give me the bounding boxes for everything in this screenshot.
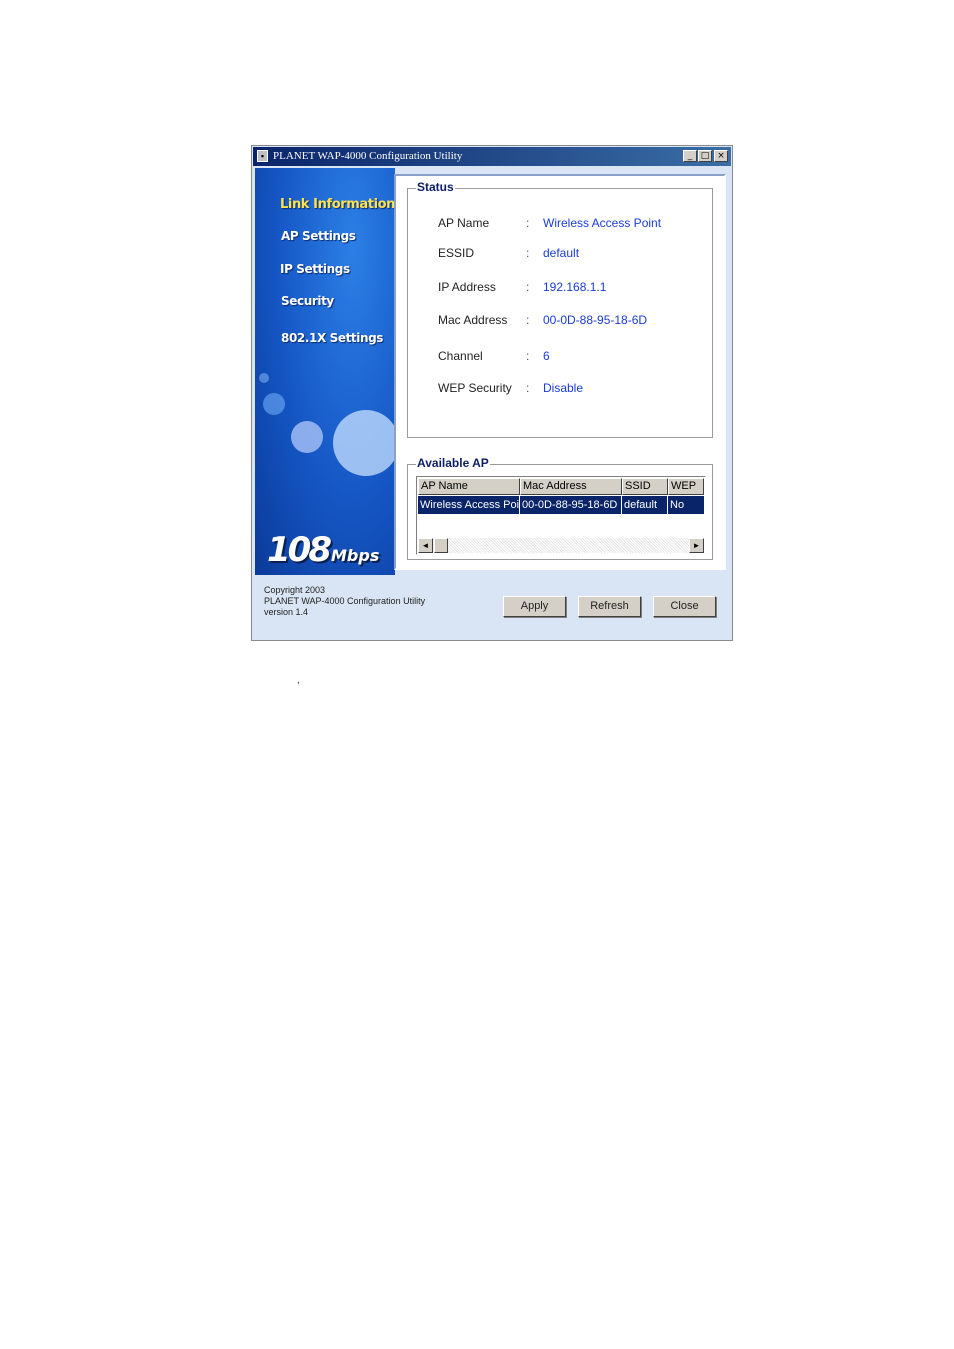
status-group: Status AP Name : Wireless Access Point E…	[407, 180, 713, 438]
channel-value: 6	[543, 349, 550, 363]
minimize-button[interactable]: _	[683, 150, 697, 162]
essid-sep: :	[526, 246, 530, 260]
available-ap-group: Available AP AP Name Mac Address SSID WE…	[407, 456, 713, 560]
ap-name-sep: :	[526, 216, 530, 230]
ip-address-sep: :	[526, 280, 530, 294]
available-ap-table[interactable]: AP Name Mac Address SSID WEP Wireless Ac…	[416, 476, 706, 555]
status-legend: Status	[416, 180, 455, 194]
scroll-right-icon[interactable]: ►	[689, 538, 704, 553]
mac-address-value: 00-0D-88-95-18-6D	[543, 313, 648, 327]
title-bar[interactable]: ▪ PLANET WAP-4000 Configuration Utility …	[253, 147, 731, 166]
scroll-left-icon[interactable]: ◄	[418, 538, 433, 553]
essid-value: default	[543, 246, 580, 260]
ip-address-label: IP Address	[438, 280, 496, 294]
essid-label: ESSID	[438, 246, 475, 260]
decor-bubble	[291, 421, 323, 453]
channel-label: Channel	[438, 349, 483, 363]
window-title: PLANET WAP-4000 Configuration Utility	[273, 150, 463, 162]
close-window-button[interactable]: ×	[714, 150, 728, 162]
column-header-ssid[interactable]: SSID	[622, 478, 668, 495]
cell-wep: No	[670, 499, 685, 511]
close-button[interactable]: Close	[653, 596, 716, 617]
decor-bubble	[333, 410, 395, 476]
cell-ap-name: Wireless Access Point	[418, 496, 520, 514]
available-ap-legend: Available AP	[416, 456, 490, 470]
column-header-ap-name[interactable]: AP Name	[418, 478, 520, 495]
column-header-wep[interactable]: WEP	[668, 478, 704, 495]
sidebar-item-8021x-settings[interactable]: 802.1X Settings	[281, 331, 383, 345]
footer: Copyright 2003 PLANET WAP-4000 Configura…	[253, 577, 731, 640]
sidebar-item-ap-settings[interactable]: AP Settings	[281, 229, 356, 243]
mac-address-label: Mac Address	[438, 313, 508, 327]
ap-name-label: AP Name	[438, 216, 490, 230]
cell-ssid: default	[622, 496, 668, 514]
refresh-button[interactable]: Refresh	[578, 596, 641, 617]
copyright-line: Copyright 2003	[264, 585, 326, 595]
scroll-thumb[interactable]	[434, 538, 448, 553]
speed-logo: 108 Mbps	[267, 530, 379, 570]
status-panel: Status AP Name : Wireless Access Point E…	[394, 174, 726, 570]
speed-unit: Mbps	[330, 546, 380, 565]
product-line: PLANET WAP-4000 Configuration Utility	[264, 596, 426, 606]
wep-security-label: WEP Security	[438, 381, 512, 395]
mac-address-sep: :	[526, 313, 530, 327]
app-icon[interactable]: ▪	[257, 150, 268, 162]
column-header-mac-address[interactable]: Mac Address	[520, 478, 622, 495]
copyright-text: Copyright 2003 PLANET WAP-4000 Configura…	[264, 585, 425, 618]
cell-mac-address: 00-0D-88-95-18-6D	[520, 496, 622, 514]
channel-sep: :	[526, 349, 530, 363]
table-row[interactable]: Wireless Access Point 00-0D-88-95-18-6D …	[418, 496, 704, 514]
sidebar: Link Information AP Settings IP Settings…	[255, 168, 395, 575]
horizontal-scrollbar[interactable]: ◄ ►	[418, 538, 704, 553]
decor-bubble	[259, 373, 269, 383]
sidebar-item-link-information[interactable]: Link Information	[280, 197, 395, 212]
ip-address-value: 192.168.1.1	[543, 280, 607, 294]
maximize-button[interactable]: □	[698, 150, 712, 162]
decor-bubble	[263, 393, 285, 415]
speed-number: 108	[267, 530, 332, 570]
sidebar-item-security[interactable]: Security	[281, 294, 334, 308]
ap-name-value: Wireless Access Point	[543, 216, 662, 230]
version-line: version 1.4	[264, 607, 309, 617]
sidebar-item-ip-settings[interactable]: IP Settings	[280, 262, 350, 276]
stray-comma: ,	[297, 675, 300, 686]
wep-security-value: Disable	[543, 381, 584, 395]
wep-security-sep: :	[526, 381, 530, 395]
config-utility-window: ▪ PLANET WAP-4000 Configuration Utility …	[251, 145, 733, 641]
apply-button[interactable]: Apply	[503, 596, 566, 617]
